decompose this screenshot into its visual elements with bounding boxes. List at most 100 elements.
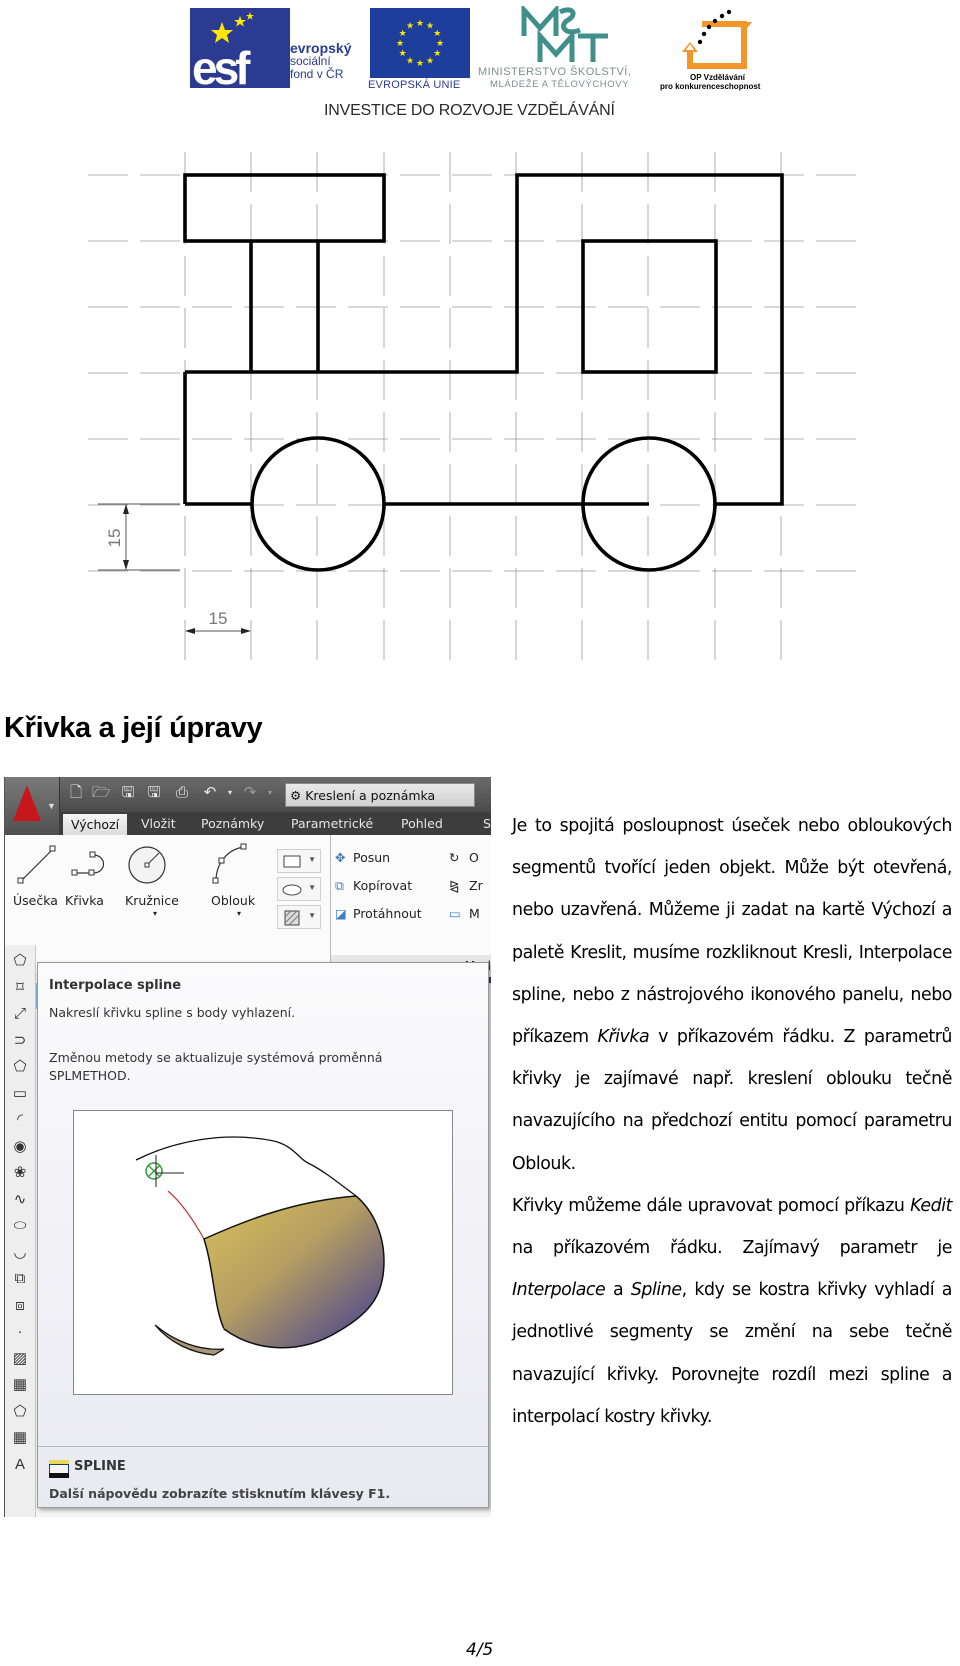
workspace-label: Kreslení a poznámka bbox=[305, 788, 436, 803]
circle-dropdown-icon[interactable]: ▾ bbox=[153, 909, 157, 918]
revcloud-icon[interactable]: ❀ bbox=[10, 1163, 30, 1183]
op-line1: OP Vzdělávání bbox=[690, 73, 745, 82]
line-tool-icon[interactable] bbox=[17, 845, 57, 885]
paragraph-1: Je to spojitá posloupnost úseček nebo ob… bbox=[512, 816, 952, 1174]
dimensions bbox=[98, 503, 251, 634]
rectangle-icon[interactable]: ▭ bbox=[10, 1084, 30, 1104]
locomotive-outline bbox=[183, 173, 784, 572]
arc-tool-icon[interactable] bbox=[210, 843, 250, 887]
hatch-icon bbox=[284, 910, 300, 926]
tooltip-divider bbox=[38, 1446, 488, 1447]
chimney-cap bbox=[183, 173, 386, 243]
polygon-icon[interactable]: ⬠ bbox=[10, 1057, 30, 1077]
print-icon[interactable]: ⎙ bbox=[173, 784, 191, 802]
param-interpolace: Interpolace bbox=[512, 1280, 606, 1301]
dim-arrow-left bbox=[185, 628, 195, 634]
move-tool-label[interactable]: Posun bbox=[353, 850, 390, 865]
msmt-logo bbox=[520, 3, 612, 64]
spline-surface bbox=[203, 1195, 385, 1349]
hatch-dropdown[interactable]: ▼ bbox=[277, 905, 321, 929]
point-icon[interactable]: · bbox=[10, 1322, 30, 1342]
polyline-tool-label[interactable]: Křivka bbox=[65, 893, 104, 908]
region-icon-2[interactable]: ⬠ bbox=[10, 1402, 30, 1422]
tab-parametricke[interactable]: Parametrické bbox=[291, 812, 373, 835]
ellipse-dropdown[interactable]: ▼ bbox=[277, 877, 321, 901]
ellipse-arc-icon[interactable]: ◡ bbox=[10, 1243, 30, 1263]
construction-line-icon[interactable]: ⌑ bbox=[10, 978, 30, 998]
dim-arrow-down bbox=[123, 560, 129, 570]
hatch-icon[interactable]: ▨ bbox=[10, 1349, 30, 1369]
circle-tool-label[interactable]: Kružnice bbox=[125, 893, 179, 908]
polyline-tool-icon[interactable] bbox=[71, 851, 111, 881]
redo-dropdown-icon[interactable]: ▾ bbox=[261, 784, 279, 802]
tab-more[interactable]: S bbox=[483, 812, 491, 835]
eu-star: ★ bbox=[416, 58, 424, 68]
application-menu-button[interactable]: ▼ bbox=[5, 777, 60, 835]
eu-flag-logo: ★ ★ ★ ★ ★ ★ ★ ★ ★ ★ ★ ★ bbox=[370, 8, 470, 78]
surface-flap bbox=[154, 1324, 225, 1356]
ellipse-icon[interactable]: ⬭ bbox=[10, 1216, 30, 1236]
tooltip-note-line1: Změnou metody se aktualizuje systémová p… bbox=[49, 1050, 383, 1065]
command-line-icon bbox=[49, 1460, 69, 1478]
esf-text: evropský sociální fond v ČR bbox=[290, 41, 351, 81]
gear-icon: ⚙ bbox=[290, 788, 302, 803]
dimension-line-icon[interactable]: ⤢ bbox=[10, 1004, 30, 1024]
tooltip-note: Změnou metody se aktualizuje systémová p… bbox=[49, 1049, 469, 1085]
undo-dropdown-icon[interactable]: ▾ bbox=[221, 784, 239, 802]
tab-poznamky[interactable]: Poznámky bbox=[201, 812, 264, 835]
gradient-icon[interactable]: ▦ bbox=[10, 1375, 30, 1395]
stretch-icon: ◪ bbox=[335, 906, 347, 921]
save-icon[interactable]: 🖫 bbox=[119, 784, 137, 802]
stretch-tool-label[interactable]: Protáhnout bbox=[353, 906, 422, 921]
dim-arrow-right bbox=[241, 628, 251, 634]
dim-label-horizontal: 15 bbox=[209, 609, 228, 628]
mirror-icon: ⧎ bbox=[449, 878, 460, 893]
copy-tool-label[interactable]: Kopírovat bbox=[353, 878, 412, 893]
rectangle-icon bbox=[283, 855, 301, 868]
block-create-icon[interactable]: ⧈ bbox=[10, 1296, 30, 1316]
arc-dropdown-icon[interactable]: ▾ bbox=[237, 909, 241, 918]
dim-label-vertical: 15 bbox=[105, 529, 124, 548]
eu-star: ★ bbox=[426, 55, 434, 65]
eu-star: ★ bbox=[433, 48, 441, 58]
mirror-tool-label-cut[interactable]: Zr bbox=[469, 878, 483, 893]
arc-icon[interactable]: ◜ bbox=[10, 1110, 30, 1130]
ribbon-tabs: Výchozí Vložit Poznámky Parametrické Poh… bbox=[59, 812, 491, 835]
region-icon[interactable]: ⬠ bbox=[10, 951, 30, 971]
open-folder-icon[interactable]: 🗁 bbox=[92, 784, 111, 802]
mtext-icon[interactable]: A bbox=[10, 1455, 30, 1475]
workspace-selector[interactable]: ⚙ Kreslení a poznámka bbox=[285, 783, 475, 807]
redo-icon[interactable]: ↷ bbox=[241, 784, 259, 802]
arc-tool-label[interactable]: Oblouk bbox=[211, 893, 255, 908]
tab-vychozi[interactable]: Výchozí bbox=[63, 814, 128, 835]
line-tool-label[interactable]: Úsečka bbox=[13, 893, 58, 908]
undo-icon[interactable]: ↶ bbox=[201, 784, 219, 802]
tooltip-command: SPLINE bbox=[74, 1459, 126, 1474]
esf-line3: fond v ČR bbox=[290, 67, 344, 81]
rotate-tool-label-cut[interactable]: O bbox=[469, 850, 479, 865]
block-insert-icon[interactable]: ⧉ bbox=[10, 1269, 30, 1289]
spline-icon[interactable]: ∿ bbox=[10, 1190, 30, 1210]
command-kedit: Kedit bbox=[910, 1195, 952, 1216]
rectangle-dropdown[interactable]: ▼ bbox=[277, 849, 321, 873]
paragraph-2: Křivky můžeme dále upravovat pomocí přík… bbox=[512, 1195, 952, 1427]
save-as-icon[interactable]: 🖫 bbox=[145, 784, 163, 802]
new-file-icon[interactable]: 🗋 bbox=[67, 784, 85, 802]
msmt-line2: MLÁDEŽE A TĚLOVÝCHOVY bbox=[490, 79, 630, 90]
table-icon[interactable]: ▦ bbox=[10, 1428, 30, 1448]
ellipse-icon bbox=[282, 884, 302, 896]
array-tool-label-cut[interactable]: M bbox=[469, 906, 480, 921]
quick-access-toolbar: 🗋 🗁 🖫 🖫 ⎙ ↶ ▾ ↷ ▾ ⚙ Kreslení a poznámka bbox=[5, 777, 491, 812]
tab-pohled[interactable]: Pohled bbox=[401, 812, 443, 835]
grid bbox=[88, 152, 860, 668]
header-tagline: INVESTICE DO ROZVOJE VZDĚLÁVÁNÍ bbox=[324, 102, 615, 119]
crosshair-cursor bbox=[155, 1155, 184, 1187]
circle-tool-icon[interactable] bbox=[125, 843, 169, 887]
eu-star: ★ bbox=[433, 28, 441, 38]
polyline-icon[interactable]: ⊃ bbox=[10, 1031, 30, 1051]
dim-arrow-up bbox=[123, 504, 129, 514]
tab-vlozit[interactable]: Vložit bbox=[141, 812, 176, 835]
locomotive-drawing: 15 15 bbox=[88, 152, 860, 668]
param-spline: Spline bbox=[630, 1280, 682, 1301]
circle-icon[interactable]: ◉ bbox=[10, 1137, 30, 1157]
